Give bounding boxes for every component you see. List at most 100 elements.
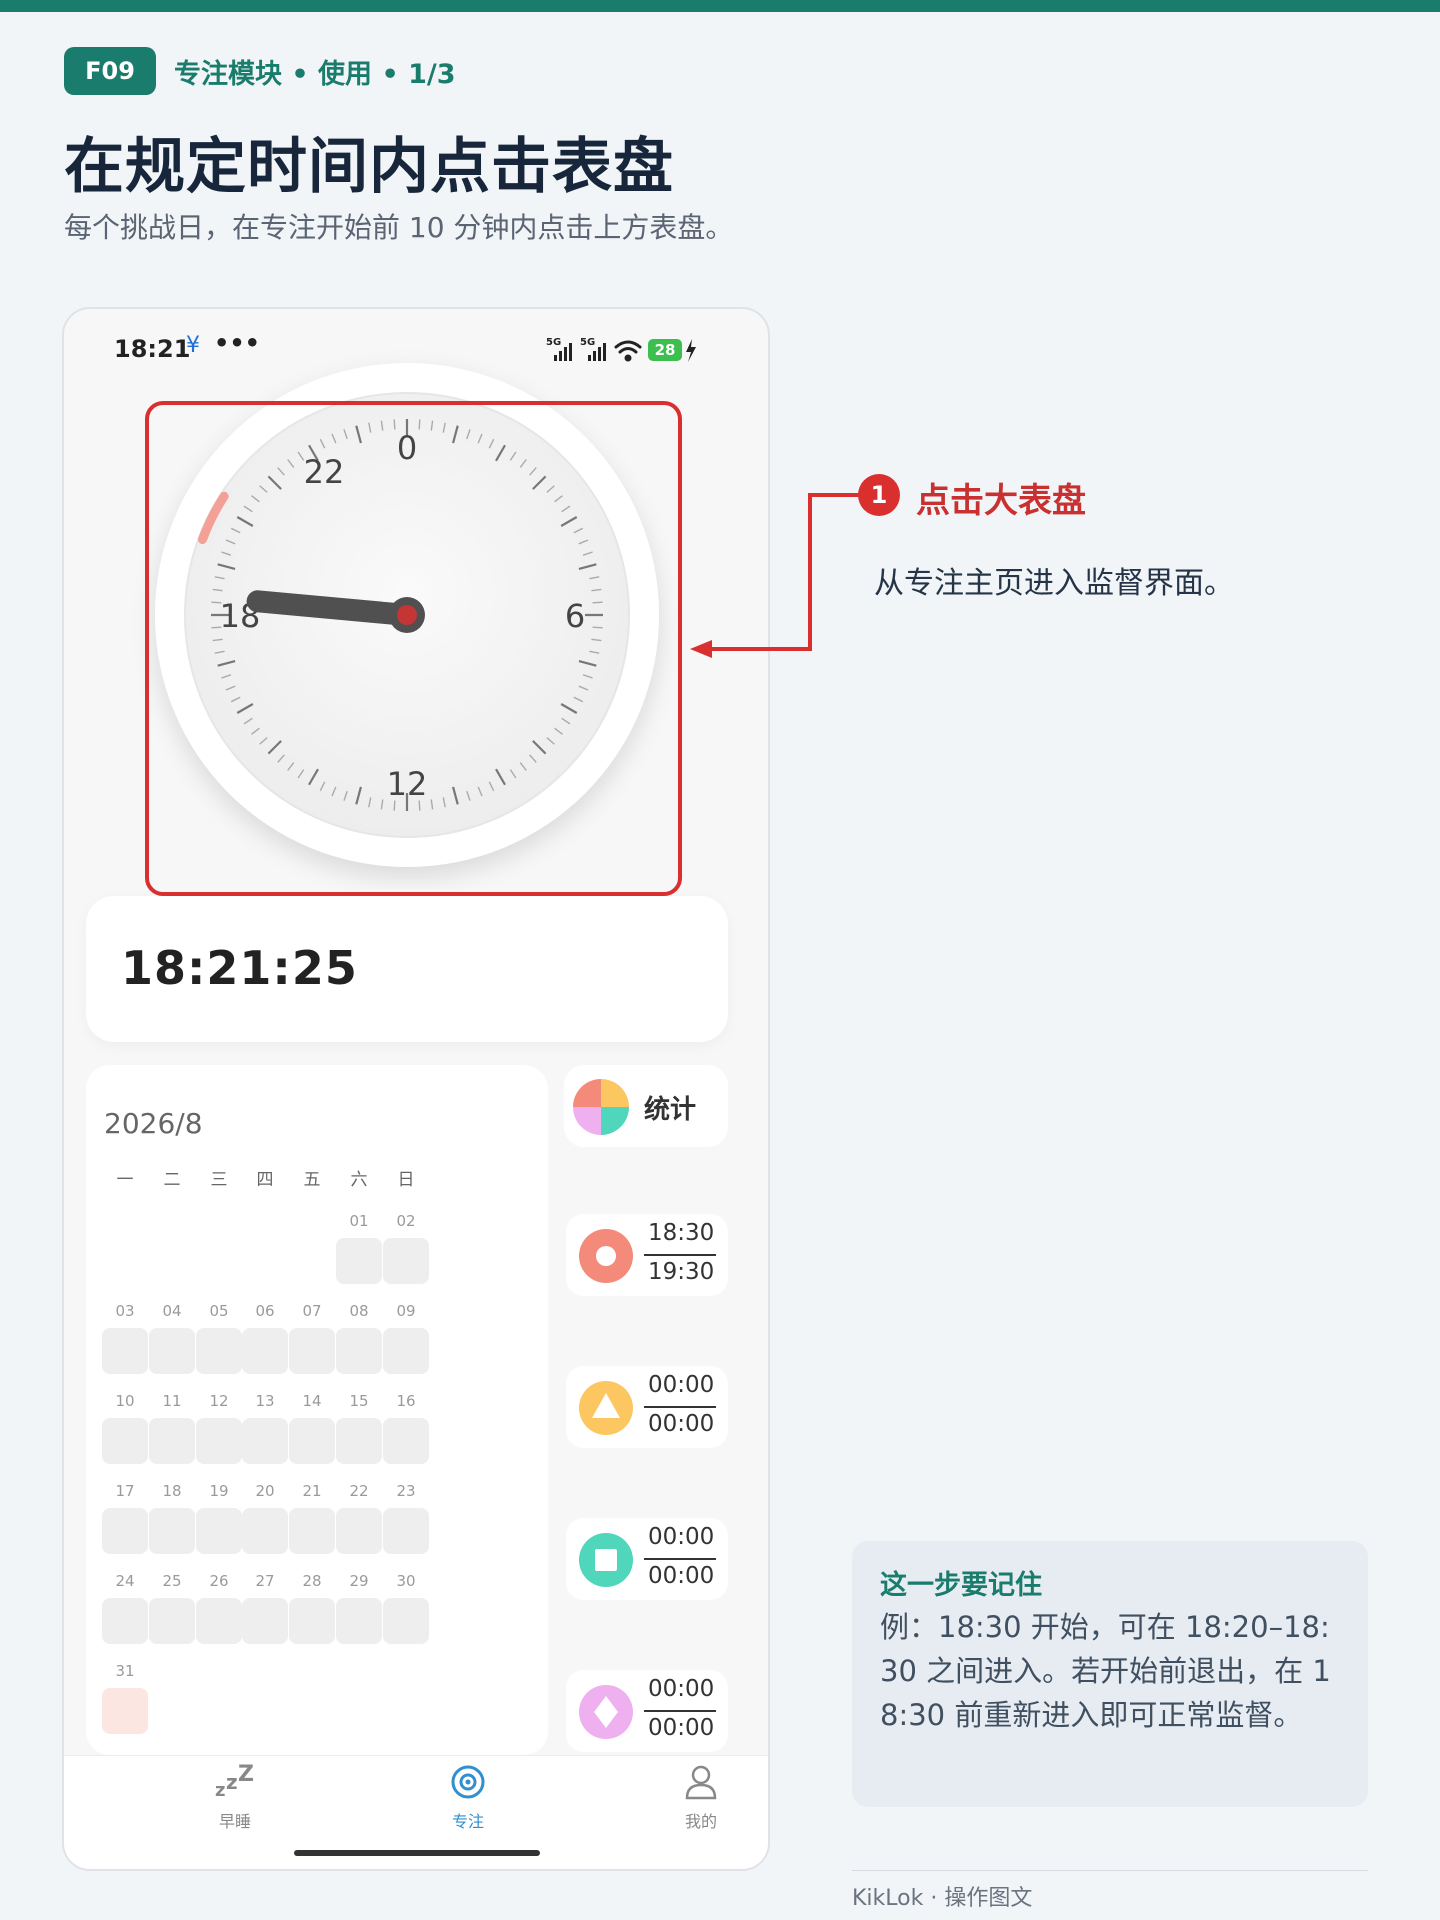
callout-title: 点击大表盘: [916, 481, 1086, 521]
calendar-day-cell[interactable]: [383, 1598, 429, 1644]
slot-end-time: 00:00: [648, 1563, 715, 1589]
weekday-label: 四: [256, 1170, 274, 1190]
calendar-day-number: 19: [209, 1482, 229, 1500]
dial-hub-inner: [397, 605, 417, 625]
focus-slot-2[interactable]: 00:00 00:00: [566, 1366, 728, 1448]
calendar-day-cell[interactable]: [102, 1328, 148, 1374]
calendar-day-cell[interactable]: [289, 1328, 335, 1374]
calendar-day-cell[interactable]: [336, 1508, 382, 1554]
calendar-day-cell[interactable]: [102, 1418, 148, 1464]
tip-title: 这一步要记住: [880, 1570, 1042, 1601]
page-subtitle: 每个挑战日，在专注开始前 10 分钟内点击上方表盘。: [64, 211, 734, 244]
svg-text:Z: Z: [238, 1764, 254, 1787]
calendar-day-number: 14: [302, 1392, 322, 1410]
calendar-day-cell[interactable]: [149, 1598, 195, 1644]
weekday-label: 六: [350, 1170, 368, 1190]
slot-start-time: 00:00: [648, 1372, 715, 1398]
calendar-day-cell[interactable]: [196, 1328, 242, 1374]
stats-label: 统计: [644, 1095, 697, 1125]
person-icon: [685, 1765, 717, 1800]
calendar-day-number: 11: [162, 1392, 182, 1410]
calendar-day-number: 06: [255, 1302, 275, 1320]
current-time: 18:21:25: [121, 941, 358, 995]
home-indicator: [294, 1850, 540, 1856]
tab-mine[interactable]: 我的: [641, 1764, 761, 1832]
focus-slot-3[interactable]: 00:00 00:00: [566, 1518, 728, 1600]
calendar-day-number: 07: [302, 1302, 322, 1320]
dial-label-12: 12: [387, 765, 428, 803]
calendar-day-cell[interactable]: [383, 1508, 429, 1554]
slot-start-time: 00:00: [648, 1524, 715, 1550]
calendar-day-cell[interactable]: [242, 1508, 288, 1554]
calendar-day-cell[interactable]: [242, 1598, 288, 1644]
calendar-day-number: 28: [302, 1572, 322, 1590]
weekday-label: 三: [210, 1170, 228, 1190]
footer-divider: [852, 1870, 1368, 1871]
dial-label-6: 6: [565, 597, 585, 635]
calendar-day-cell[interactable]: [242, 1418, 288, 1464]
calendar-day-cell[interactable]: [383, 1238, 429, 1284]
calendar-day-cell[interactable]: [102, 1598, 148, 1644]
tab-label: 早睡: [218, 1812, 251, 1831]
calendar-day-cell[interactable]: [383, 1328, 429, 1374]
calendar-day-number: 03: [115, 1302, 135, 1320]
calendar-day-cell[interactable]: [196, 1508, 242, 1554]
calendar-day-number: 09: [396, 1302, 416, 1320]
weekday-label: 一: [116, 1170, 134, 1190]
calendar-day-number: 12: [209, 1392, 229, 1410]
calendar-day-number: 17: [115, 1482, 135, 1500]
calendar-day-number: 31: [115, 1662, 135, 1680]
callout-number: 1: [858, 474, 900, 516]
calendar-day-cell[interactable]: [336, 1328, 382, 1374]
focus-slot-4[interactable]: 00:00 00:00: [566, 1670, 728, 1752]
calendar-day-cell[interactable]: [336, 1418, 382, 1464]
dial-tick: [592, 601, 603, 604]
dial-label-22: 22: [304, 453, 345, 491]
calendar-day-cell[interactable]: [196, 1598, 242, 1644]
calendar-day-number: 22: [349, 1482, 369, 1500]
calendar-day-number: 29: [349, 1572, 369, 1590]
calendar-day-cell[interactable]: [289, 1598, 335, 1644]
calendar-day-cell[interactable]: [149, 1328, 195, 1374]
current-time-card: 18:21:25: [86, 896, 728, 1042]
weekday-label: 二: [163, 1170, 181, 1190]
calendar-day-cell[interactable]: [383, 1418, 429, 1464]
calendar-day-number: 18: [162, 1482, 182, 1500]
focus-slot-1[interactable]: 18:30 19:30: [566, 1214, 728, 1296]
calendar-day-cell[interactable]: [196, 1418, 242, 1464]
tip-text: 例：18:30 开始，可在 18:20–18:30 之间进入。若开始前退出，在 …: [880, 1610, 1331, 1732]
calendar-day-cell[interactable]: [289, 1418, 335, 1464]
calendar-day-cell[interactable]: [336, 1238, 382, 1284]
slot-divider: [644, 1710, 716, 1712]
calendar-day-cell-today[interactable]: [102, 1688, 148, 1734]
slot-divider: [644, 1406, 716, 1408]
slot-end-time: 19:30: [648, 1259, 715, 1285]
tip-box: 这一步要记住 例：18:30 开始，可在 18:20–18:30 之间进入。若开…: [852, 1541, 1368, 1807]
calendar-day-number: 08: [349, 1302, 369, 1320]
dial-tick: [418, 419, 421, 430]
tab-early-sleep[interactable]: z z Z 早睡: [175, 1762, 295, 1832]
calendar-day-number: 23: [396, 1482, 416, 1500]
calendar-day-cell[interactable]: [336, 1598, 382, 1644]
tab-focus[interactable]: 专注: [408, 1764, 528, 1832]
calendar-day-number: 02: [396, 1212, 416, 1230]
calendar-day-number: 30: [396, 1572, 416, 1590]
slot-start-time: 18:30: [648, 1220, 715, 1246]
calendar-day-cell[interactable]: [242, 1328, 288, 1374]
calendar-day-cell[interactable]: [289, 1508, 335, 1554]
calendar-day-cell[interactable]: [149, 1508, 195, 1554]
phone-screenshot: 18:21 ¥ ••• 5G 5G 28 0 6 12 18 22 18:21:…: [62, 307, 770, 1871]
calendar-day-cell[interactable]: [149, 1418, 195, 1464]
calendar-day-cell[interactable]: [102, 1508, 148, 1554]
slot-end-time: 00:00: [648, 1715, 715, 1741]
calendar-day-number: 20: [255, 1482, 275, 1500]
slot-divider: [644, 1254, 716, 1256]
calendar-day-number: 13: [255, 1392, 275, 1410]
dial-tick: [393, 419, 396, 430]
calendar-day-number: 04: [162, 1302, 182, 1320]
dial-area[interactable]: 0 6 12 18 22: [64, 309, 768, 889]
circle-icon: [579, 1229, 633, 1283]
calendar-day-number: 24: [115, 1572, 135, 1590]
breadcrumb: 专注模块 • 使用 • 1/3: [174, 59, 456, 90]
stats-button[interactable]: 统计: [564, 1065, 728, 1147]
